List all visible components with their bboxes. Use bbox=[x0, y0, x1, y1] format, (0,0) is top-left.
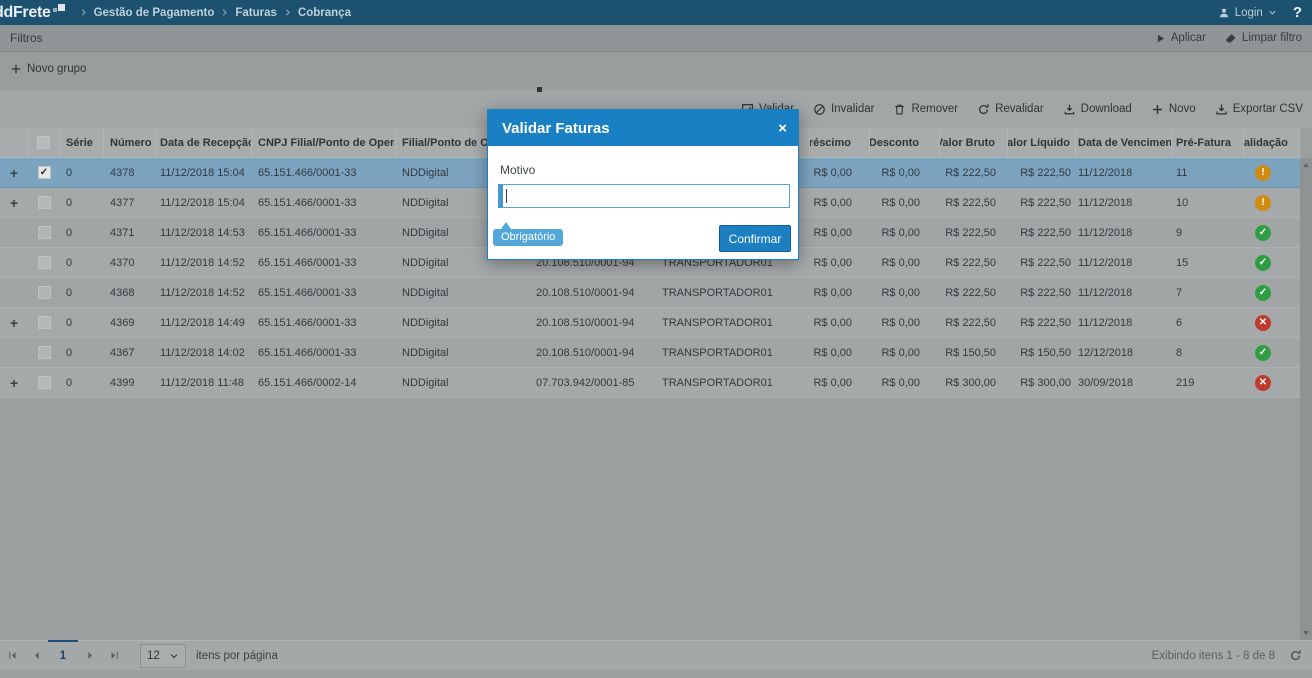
confirm-button[interactable]: Confirmar bbox=[719, 225, 791, 252]
close-icon[interactable]: × bbox=[778, 121, 787, 136]
motivo-label: Motivo bbox=[500, 163, 536, 177]
app-window: ddFrete Gestão de PagamentoFaturasCobran… bbox=[0, 0, 1312, 678]
text-cursor bbox=[506, 189, 507, 203]
dialog-title: Validar Faturas bbox=[502, 119, 610, 137]
required-tooltip: Obrigatório bbox=[493, 222, 564, 246]
modal-overlay[interactable] bbox=[0, 0, 1312, 678]
validar-faturas-dialog: Validar Faturas × Motivo Obrigatório Con… bbox=[487, 109, 799, 260]
motivo-input[interactable] bbox=[498, 184, 790, 208]
dialog-header[interactable]: Validar Faturas × bbox=[488, 110, 798, 146]
